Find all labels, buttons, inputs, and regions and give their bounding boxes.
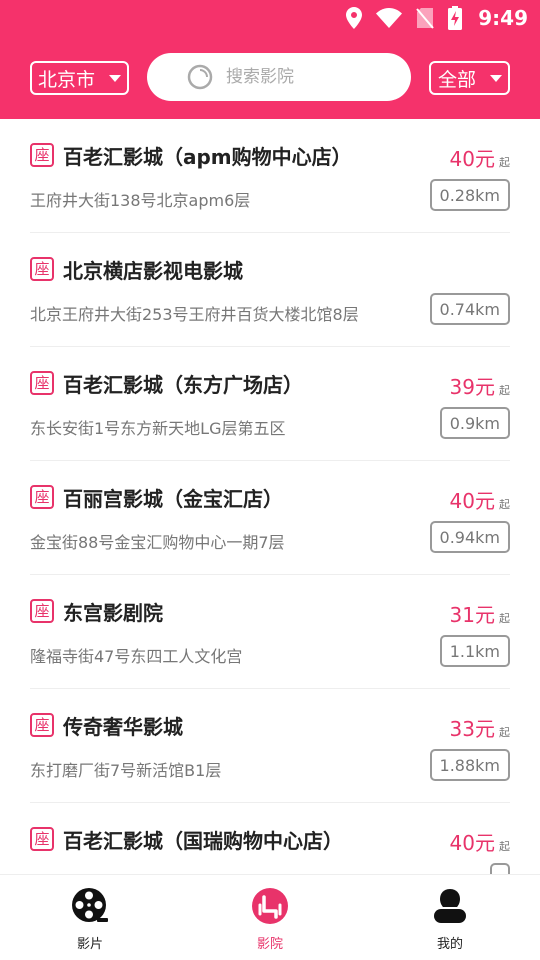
- search-toolbar: 北京市 全部: [30, 53, 510, 101]
- price: 33元: [449, 717, 495, 741]
- price-tag: 40元起: [450, 485, 510, 514]
- price-suffix: 起: [499, 156, 510, 169]
- caret-down-icon: [109, 75, 121, 82]
- search-icon: [187, 64, 213, 90]
- price: 40元: [449, 147, 495, 171]
- cinema-list-item[interactable]: 座 百老汇影城（apm购物中心店） 40元起 王府井大街138号北京apm6层 …: [30, 119, 510, 233]
- cinema-name: 百老汇影城（apm购物中心店）: [63, 145, 352, 169]
- cinema-name: 传奇奢华影城: [63, 715, 183, 739]
- tab-cinemas[interactable]: 影院: [180, 875, 360, 960]
- distance-badge: [490, 863, 510, 874]
- cinema-address: 东长安街1号东方新天地LG层第五区: [30, 419, 286, 438]
- distance-badge: 0.28km: [429, 179, 510, 211]
- price: 39元: [449, 375, 495, 399]
- filter-selector[interactable]: 全部: [429, 61, 510, 95]
- filter-label: 全部: [438, 68, 477, 91]
- tab-profile[interactable]: 我的: [360, 875, 540, 960]
- distance-badge: 0.74km: [429, 293, 510, 325]
- cinema-address: 金宝街88号金宝汇购物中心一期7层: [30, 533, 285, 552]
- price-tag: 33元起: [450, 713, 510, 742]
- battery-charging-icon: [448, 6, 463, 30]
- cinema-name: 百丽宫影城（金宝汇店）: [63, 487, 283, 511]
- price-suffix: 起: [499, 840, 510, 853]
- no-sim-icon: [416, 8, 435, 29]
- cinema-seat-icon: [252, 888, 288, 924]
- seat-badge: 座: [30, 713, 54, 737]
- cinema-list-item[interactable]: 座 百丽宫影城（金宝汇店） 40元起 金宝街88号金宝汇购物中心一期7层 0.9…: [30, 461, 510, 575]
- distance-badge: 0.94km: [429, 521, 510, 553]
- cinema-list-item[interactable]: 座 传奇奢华影城 33元起 东打磨厂街7号新活馆B1层 1.88km: [30, 689, 510, 803]
- distance-badge: 1.1km: [439, 635, 510, 667]
- status-bar: 9:49: [0, 0, 540, 36]
- cinema-address: 东打磨厂街7号新活馆B1层: [30, 761, 222, 780]
- seat-badge: 座: [30, 827, 54, 851]
- price-suffix: 起: [499, 726, 510, 739]
- seat-badge: 座: [30, 143, 54, 167]
- tab-label: 影片: [76, 937, 103, 952]
- price-tag: 40元起: [450, 827, 510, 856]
- location-icon: [346, 7, 363, 29]
- bottom-tab-bar: 影片 影院 我的: [0, 874, 540, 960]
- search-bar[interactable]: [147, 53, 411, 101]
- price-tag: 40元起: [450, 143, 510, 172]
- seat-badge: 座: [30, 599, 54, 623]
- distance-badge: 1.88km: [429, 749, 510, 781]
- price: 40元: [449, 489, 495, 513]
- film-reel-icon: [72, 888, 108, 922]
- tab-label: 影院: [256, 937, 283, 952]
- seat-badge: 座: [30, 485, 54, 509]
- cinema-list-item[interactable]: 座 东宫影剧院 31元起 隆福寺街47号东四工人文化宫 1.1km: [30, 575, 510, 689]
- status-time: 9:49: [478, 6, 528, 30]
- price-tag: 31元起: [450, 599, 510, 628]
- cinema-list-item[interactable]: 座 百老汇影城（国瑞购物中心店） 40元起: [30, 803, 510, 874]
- seat-badge: 座: [30, 257, 54, 281]
- price: 31元: [449, 603, 495, 627]
- price-suffix: 起: [499, 612, 510, 625]
- cinema-list-item[interactable]: 座 百老汇影城（东方广场店） 39元起 东长安街1号东方新天地LG层第五区 0.…: [30, 347, 510, 461]
- cinema-address: 北京王府井大街253号王府井百货大楼北馆8层: [30, 305, 359, 324]
- tab-movies[interactable]: 影片: [0, 875, 180, 960]
- cinema-name: 百老汇影城（东方广场店）: [63, 373, 303, 397]
- app-header: 9:49 北京市 全部: [0, 0, 540, 119]
- cinema-name: 东宫影剧院: [63, 601, 163, 625]
- wifi-icon: [376, 8, 403, 28]
- cinema-address: 隆福寺街47号东四工人文化宫: [30, 647, 243, 666]
- price-tag: 39元起: [450, 371, 510, 400]
- cinema-address: 王府井大街138号北京apm6层: [30, 191, 251, 210]
- cinema-name: 北京横店影视电影城: [63, 259, 243, 283]
- price-suffix: 起: [499, 384, 510, 397]
- caret-down-icon: [490, 75, 502, 82]
- cinema-name: 百老汇影城（国瑞购物中心店）: [63, 829, 343, 853]
- city-selector[interactable]: 北京市: [30, 61, 129, 95]
- city-label: 北京市: [38, 68, 96, 91]
- price-suffix: 起: [499, 498, 510, 511]
- distance-badge: 0.9km: [439, 407, 510, 439]
- tab-label: 我的: [436, 937, 463, 952]
- user-icon: [434, 889, 466, 923]
- seat-badge: 座: [30, 371, 54, 395]
- search-input[interactable]: [226, 67, 396, 87]
- cinema-list[interactable]: 座 百老汇影城（apm购物中心店） 40元起 王府井大街138号北京apm6层 …: [0, 119, 540, 874]
- cinema-list-item[interactable]: 座 北京横店影视电影城 北京王府井大街253号王府井百货大楼北馆8层 0.74k…: [30, 233, 510, 347]
- price: 40元: [449, 831, 495, 855]
